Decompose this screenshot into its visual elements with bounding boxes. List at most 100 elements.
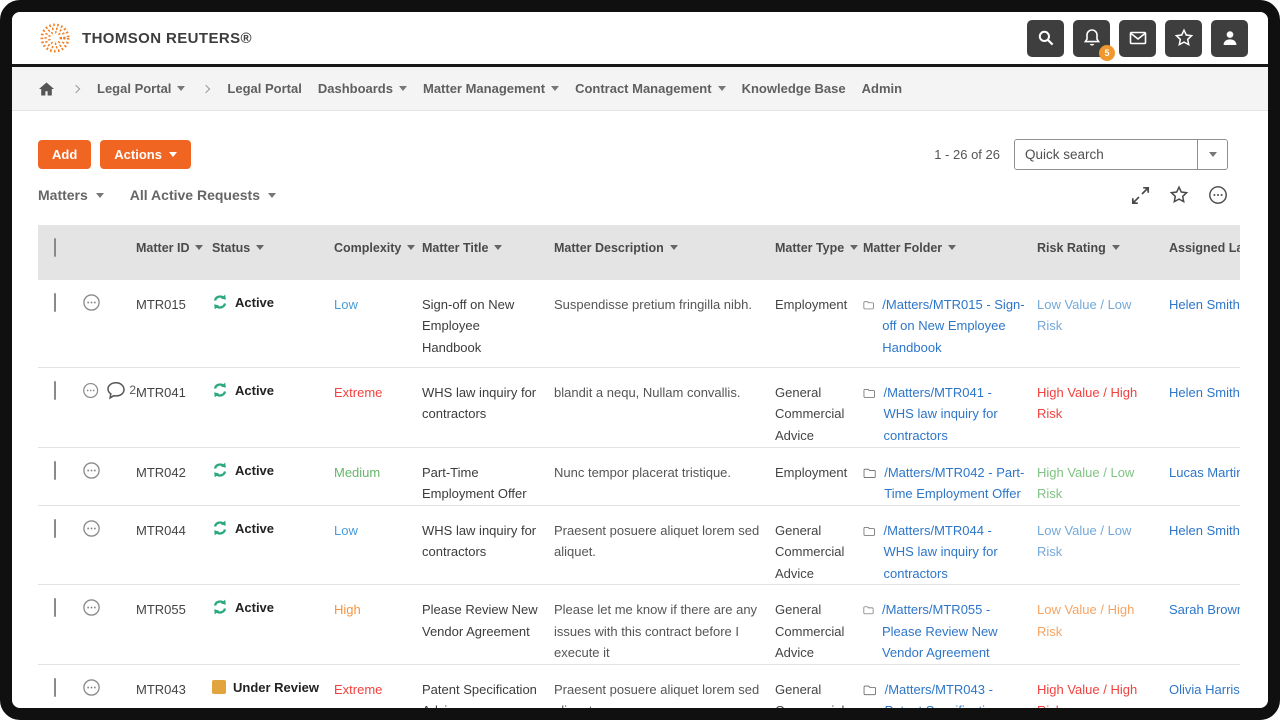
matter-title: WHS law inquiry for contractors <box>422 506 554 584</box>
caret-down-icon <box>256 245 264 250</box>
column-header-matter-title[interactable]: Matter Title <box>422 225 554 280</box>
table-row: MTR055 Active High Please Review New Ven… <box>38 585 1240 664</box>
matter-type: General Commercial Advice <box>775 665 863 720</box>
assigned-lawyer-link[interactable]: Lucas Martinez <box>1169 448 1240 505</box>
row-actions-icon[interactable] <box>82 293 101 312</box>
bell-icon <box>1082 28 1102 48</box>
main-content: Add Actions 1 - 26 of 26 Matters All Act… <box>12 111 1268 720</box>
matter-description: Please let me know if there are any issu… <box>554 585 775 663</box>
expand-grid-button[interactable] <box>1131 186 1150 205</box>
risk-rating: Low Value / High Risk <box>1037 585 1169 663</box>
entity-selector[interactable]: Matters <box>38 187 104 203</box>
view-toolbar: Matters All Active Requests <box>38 185 1268 205</box>
matter-description: Praesent posuere aliquet lorem sed aliqu… <box>554 665 775 720</box>
nav-label: Dashboards <box>318 81 393 96</box>
quick-search-dropdown-button[interactable] <box>1197 140 1227 169</box>
column-header-matter-folder[interactable]: Matter Folder <box>863 225 1037 280</box>
row-checkbox[interactable] <box>54 678 56 697</box>
status-label: Under Review <box>233 679 319 697</box>
grid-options-button[interactable] <box>1208 185 1228 205</box>
caret-down-icon <box>494 245 502 250</box>
nav-item-matter-management[interactable]: Matter Management <box>423 81 559 96</box>
add-button[interactable]: Add <box>38 140 91 169</box>
folder-icon <box>863 294 874 316</box>
row-actions-icon[interactable] <box>82 519 101 538</box>
breadcrumb-legal-portal[interactable]: Legal Portal <box>97 81 185 96</box>
active-status-icon <box>212 294 228 310</box>
favorite-view-button[interactable] <box>1169 185 1189 205</box>
row-checkbox[interactable] <box>54 598 56 617</box>
caret-down-icon <box>407 245 415 250</box>
complexity: Extreme <box>334 665 422 720</box>
nav-item-contract-management[interactable]: Contract Management <box>575 81 726 96</box>
matter-title: Sign-off on New Employee Handbook <box>422 280 554 367</box>
assigned-lawyer-link[interactable]: Helen Smith <box>1169 368 1240 447</box>
column-header-matter-id[interactable]: Matter ID <box>136 225 212 280</box>
complexity: Low <box>334 506 422 584</box>
row-actions-icon[interactable] <box>82 678 101 697</box>
assigned-lawyer-link[interactable]: Sarah Brown <box>1169 585 1240 663</box>
search-icon <box>1036 28 1056 48</box>
caret-down-icon <box>551 86 559 91</box>
active-status-icon <box>212 520 228 536</box>
nav-label: Contract Management <box>575 81 712 96</box>
caret-down-icon <box>195 245 203 250</box>
row-checkbox[interactable] <box>54 381 56 400</box>
column-label: Matter Description <box>554 241 664 255</box>
column-header-matter-description[interactable]: Matter Description <box>554 225 775 280</box>
complexity: High <box>334 585 422 663</box>
nav-item-legal-portal[interactable]: Legal Portal <box>227 81 301 96</box>
row-actions-icon[interactable] <box>82 381 99 400</box>
nav-item-dashboards[interactable]: Dashboards <box>318 81 407 96</box>
actions-label: Actions <box>114 147 162 162</box>
matter-type: General Commercial Advice <box>775 585 863 663</box>
messages-button[interactable] <box>1119 20 1156 57</box>
risk-rating: Low Value / Low Risk <box>1037 280 1169 367</box>
nav-label: Legal Portal <box>227 81 301 96</box>
entity-label: Matters <box>38 187 88 203</box>
actions-button[interactable]: Actions <box>100 140 191 169</box>
table-row: 2 MTR041 Active Extreme WHS law inquiry … <box>38 368 1240 448</box>
matter-description: Suspendisse pretium fringilla nibh. <box>554 280 775 367</box>
quick-search-input[interactable] <box>1015 140 1197 169</box>
matter-folder-link[interactable]: /Matters/MTR044 - WHS law inquiry for co… <box>884 520 1025 584</box>
view-filter-selector[interactable]: All Active Requests <box>130 187 276 203</box>
matter-folder-link[interactable]: /Matters/MTR015 - Sign-off on New Employ… <box>882 294 1025 367</box>
column-header-assigned-lawyer[interactable]: Assigned Lawyer <box>1169 225 1240 280</box>
matter-folder-link[interactable]: /Matters/MTR055 - Please Review New Vend… <box>882 599 1025 663</box>
assigned-lawyer-link[interactable]: Olivia Harris <box>1169 665 1240 720</box>
matter-type: General Commercial Advice <box>775 506 863 584</box>
column-header-status[interactable]: Status <box>212 225 334 280</box>
caret-down-icon <box>177 86 185 91</box>
topbar-actions: 5 <box>1027 20 1248 57</box>
comments-indicator[interactable]: 2 <box>106 381 136 400</box>
select-all-checkbox[interactable] <box>54 238 56 257</box>
matter-folder-link[interactable]: /Matters/MTR043 - Patent Specification A… <box>885 679 1025 720</box>
assigned-lawyer-link[interactable]: Helen Smith <box>1169 280 1240 367</box>
column-label: Risk Rating <box>1037 241 1106 255</box>
search-button[interactable] <box>1027 20 1064 57</box>
matter-folder-link[interactable]: /Matters/MTR041 - WHS law inquiry for co… <box>884 382 1025 447</box>
favorites-button[interactable] <box>1165 20 1202 57</box>
risk-rating: High Value / High Risk <box>1037 368 1169 447</box>
column-header-risk-rating[interactable]: Risk Rating <box>1037 225 1169 280</box>
caret-down-icon <box>1112 245 1120 250</box>
notifications-button[interactable]: 5 <box>1073 20 1110 57</box>
row-checkbox[interactable] <box>54 519 56 538</box>
nav-item-admin[interactable]: Admin <box>862 81 902 96</box>
column-header-matter-type[interactable]: Matter Type <box>775 225 863 280</box>
matter-folder-link[interactable]: /Matters/MTR042 - Part-Time Employment O… <box>884 462 1025 505</box>
home-button[interactable] <box>38 81 55 97</box>
caret-down-icon <box>169 152 177 157</box>
row-checkbox[interactable] <box>54 461 56 480</box>
row-actions-icon[interactable] <box>82 461 101 480</box>
row-actions-icon[interactable] <box>82 598 101 617</box>
column-label: Matter ID <box>136 241 189 255</box>
nav-item-knowledge-base[interactable]: Knowledge Base <box>742 81 846 96</box>
assigned-lawyer-link[interactable]: Helen Smith <box>1169 506 1240 584</box>
account-button[interactable] <box>1211 20 1248 57</box>
row-checkbox[interactable] <box>54 293 56 312</box>
caret-down-icon <box>948 245 956 250</box>
brand-name: THOMSON REUTERS® <box>82 30 252 47</box>
column-header-complexity[interactable]: Complexity <box>334 225 422 280</box>
